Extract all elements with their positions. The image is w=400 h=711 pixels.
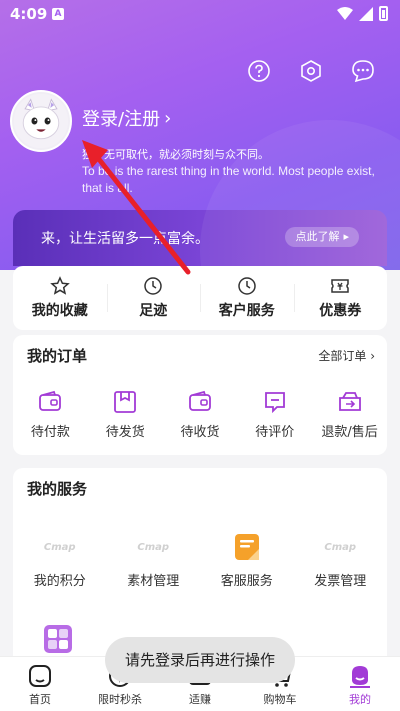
play-triangle-icon: ▸	[343, 230, 349, 243]
order-refund[interactable]: 退款/售后	[312, 389, 387, 440]
avatar[interactable]	[10, 90, 72, 152]
service-materials-label: 素材管理	[127, 574, 180, 589]
home-icon	[29, 665, 51, 687]
tab-earn-label: 适赚	[189, 693, 211, 706]
tab-profile-label: 我的	[349, 693, 371, 706]
motto-en-line2: that is all.	[82, 181, 133, 195]
motto: 独一无可取代，就必须时刻与众不同。 To be is the rarest th…	[82, 146, 382, 197]
learn-more-label: 点此了解	[295, 230, 340, 243]
comment-icon	[264, 392, 285, 414]
clock-icon	[144, 277, 162, 295]
banner-text: 来，让生活留多一点富余。	[41, 231, 209, 247]
service-customer-label: 客服服务	[220, 574, 273, 589]
star-icon	[49, 276, 70, 295]
order-pending-review[interactable]: 待评价	[237, 389, 312, 440]
sim-icon: A	[52, 8, 64, 20]
chevron-right-icon: ›	[164, 107, 172, 129]
pending-receipt-label: 待收货	[180, 425, 220, 440]
customer-service-label: 客户服务	[218, 303, 275, 319]
pending-shipment-label: 待发货	[105, 425, 145, 440]
refund-label: 退款/售后	[321, 425, 378, 440]
footprint-button[interactable]: 足迹	[106, 266, 201, 330]
service-invoice-label: 发票管理	[314, 574, 367, 589]
footprint-label: 足迹	[139, 303, 168, 319]
customer-service-icon	[227, 532, 267, 562]
wallet-icon	[39, 390, 62, 411]
pending-review-label: 待评价	[255, 425, 295, 440]
coupon-label: 优惠券	[319, 303, 362, 319]
signal-icon	[359, 6, 373, 21]
coupon-button[interactable]: 优惠券	[293, 266, 388, 330]
promo-banner[interactable]: 来，让生活留多一点富余。 点此了解 ▸	[13, 210, 387, 266]
refund-icon	[338, 392, 361, 411]
tab-flash-sale-label: 限时秒杀	[98, 693, 142, 706]
orders-title: 我的订单	[27, 347, 88, 365]
login-label: 登录/注册	[82, 109, 161, 130]
service-customer[interactable]: 客服服务	[200, 532, 294, 589]
package-icon	[114, 391, 137, 413]
status-time: 4:09	[10, 5, 48, 23]
tab-cart-label: 购物车	[263, 693, 297, 706]
learn-more-button[interactable]: 点此了解 ▸	[285, 227, 359, 247]
tab-profile[interactable]: 我的	[320, 657, 400, 711]
services-title: 我的服务	[27, 480, 88, 498]
customer-service-button[interactable]: 客户服务	[200, 266, 294, 330]
quick-links: 我的收藏 足迹 客户服务 优惠券	[13, 266, 387, 330]
chevron-right-icon: ›	[370, 349, 375, 363]
coupon-icon	[331, 279, 349, 293]
tab-home[interactable]: 首页	[0, 657, 80, 711]
all-orders-label: 全部订单	[318, 349, 367, 363]
status-bar: 4:09 A	[0, 0, 400, 28]
login-register-link[interactable]: 登录/注册 ›	[82, 105, 171, 131]
message-icon[interactable]	[350, 58, 376, 84]
wifi-icon	[337, 6, 353, 20]
service-logo: Cmap	[324, 541, 357, 553]
service-invoice[interactable]: Cmap 发票管理	[294, 532, 388, 590]
order-pending-receipt[interactable]: 待收货	[163, 389, 238, 440]
service-points[interactable]: Cmap 我的积分	[13, 532, 107, 590]
login-required-toast: 请先登录后再进行操作	[105, 637, 295, 683]
profile-header: 4:09 A 登录/注册 › 独一无可取代，就必须时刻与众不同。 To be i…	[0, 0, 400, 270]
service-materials[interactable]: Cmap 素材管理	[107, 532, 201, 590]
pending-payment-label: 待付款	[30, 425, 70, 440]
clock-icon	[238, 277, 256, 295]
favorites-button[interactable]: 我的收藏	[13, 266, 107, 330]
service-logo: Cmap	[137, 541, 170, 553]
service-extra-icon[interactable]	[43, 624, 73, 654]
motto-cn: 独一无可取代，就必须时刻与众不同。	[82, 148, 269, 161]
favorites-label: 我的收藏	[31, 303, 88, 319]
order-pending-payment[interactable]: 待付款	[13, 389, 88, 440]
battery-icon	[379, 6, 388, 21]
wallet-icon	[189, 390, 211, 411]
profile-icon	[350, 666, 370, 688]
service-points-label: 我的积分	[33, 574, 86, 589]
order-pending-shipment[interactable]: 待发货	[88, 389, 163, 440]
tab-home-label: 首页	[29, 693, 51, 706]
motto-en-line1: To be is the rarest thing in the world. …	[82, 164, 375, 178]
all-orders-link[interactable]: 全部订单 ›	[318, 347, 375, 364]
settings-hex-icon[interactable]	[298, 58, 324, 84]
help-icon[interactable]	[246, 58, 272, 84]
service-logo: Cmap	[43, 541, 76, 553]
my-orders-section: 我的订单 全部订单 › 待付款 待发货 待收货 待评价 退款/售后	[13, 335, 387, 455]
